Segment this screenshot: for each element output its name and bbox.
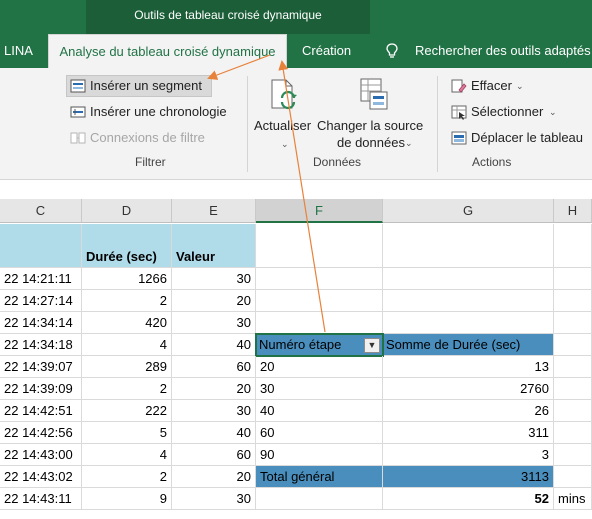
annotation-arrow-to-tab xyxy=(278,60,326,333)
annotation-arrow-to-slicer xyxy=(207,54,271,80)
annotation-arrows xyxy=(207,54,326,333)
